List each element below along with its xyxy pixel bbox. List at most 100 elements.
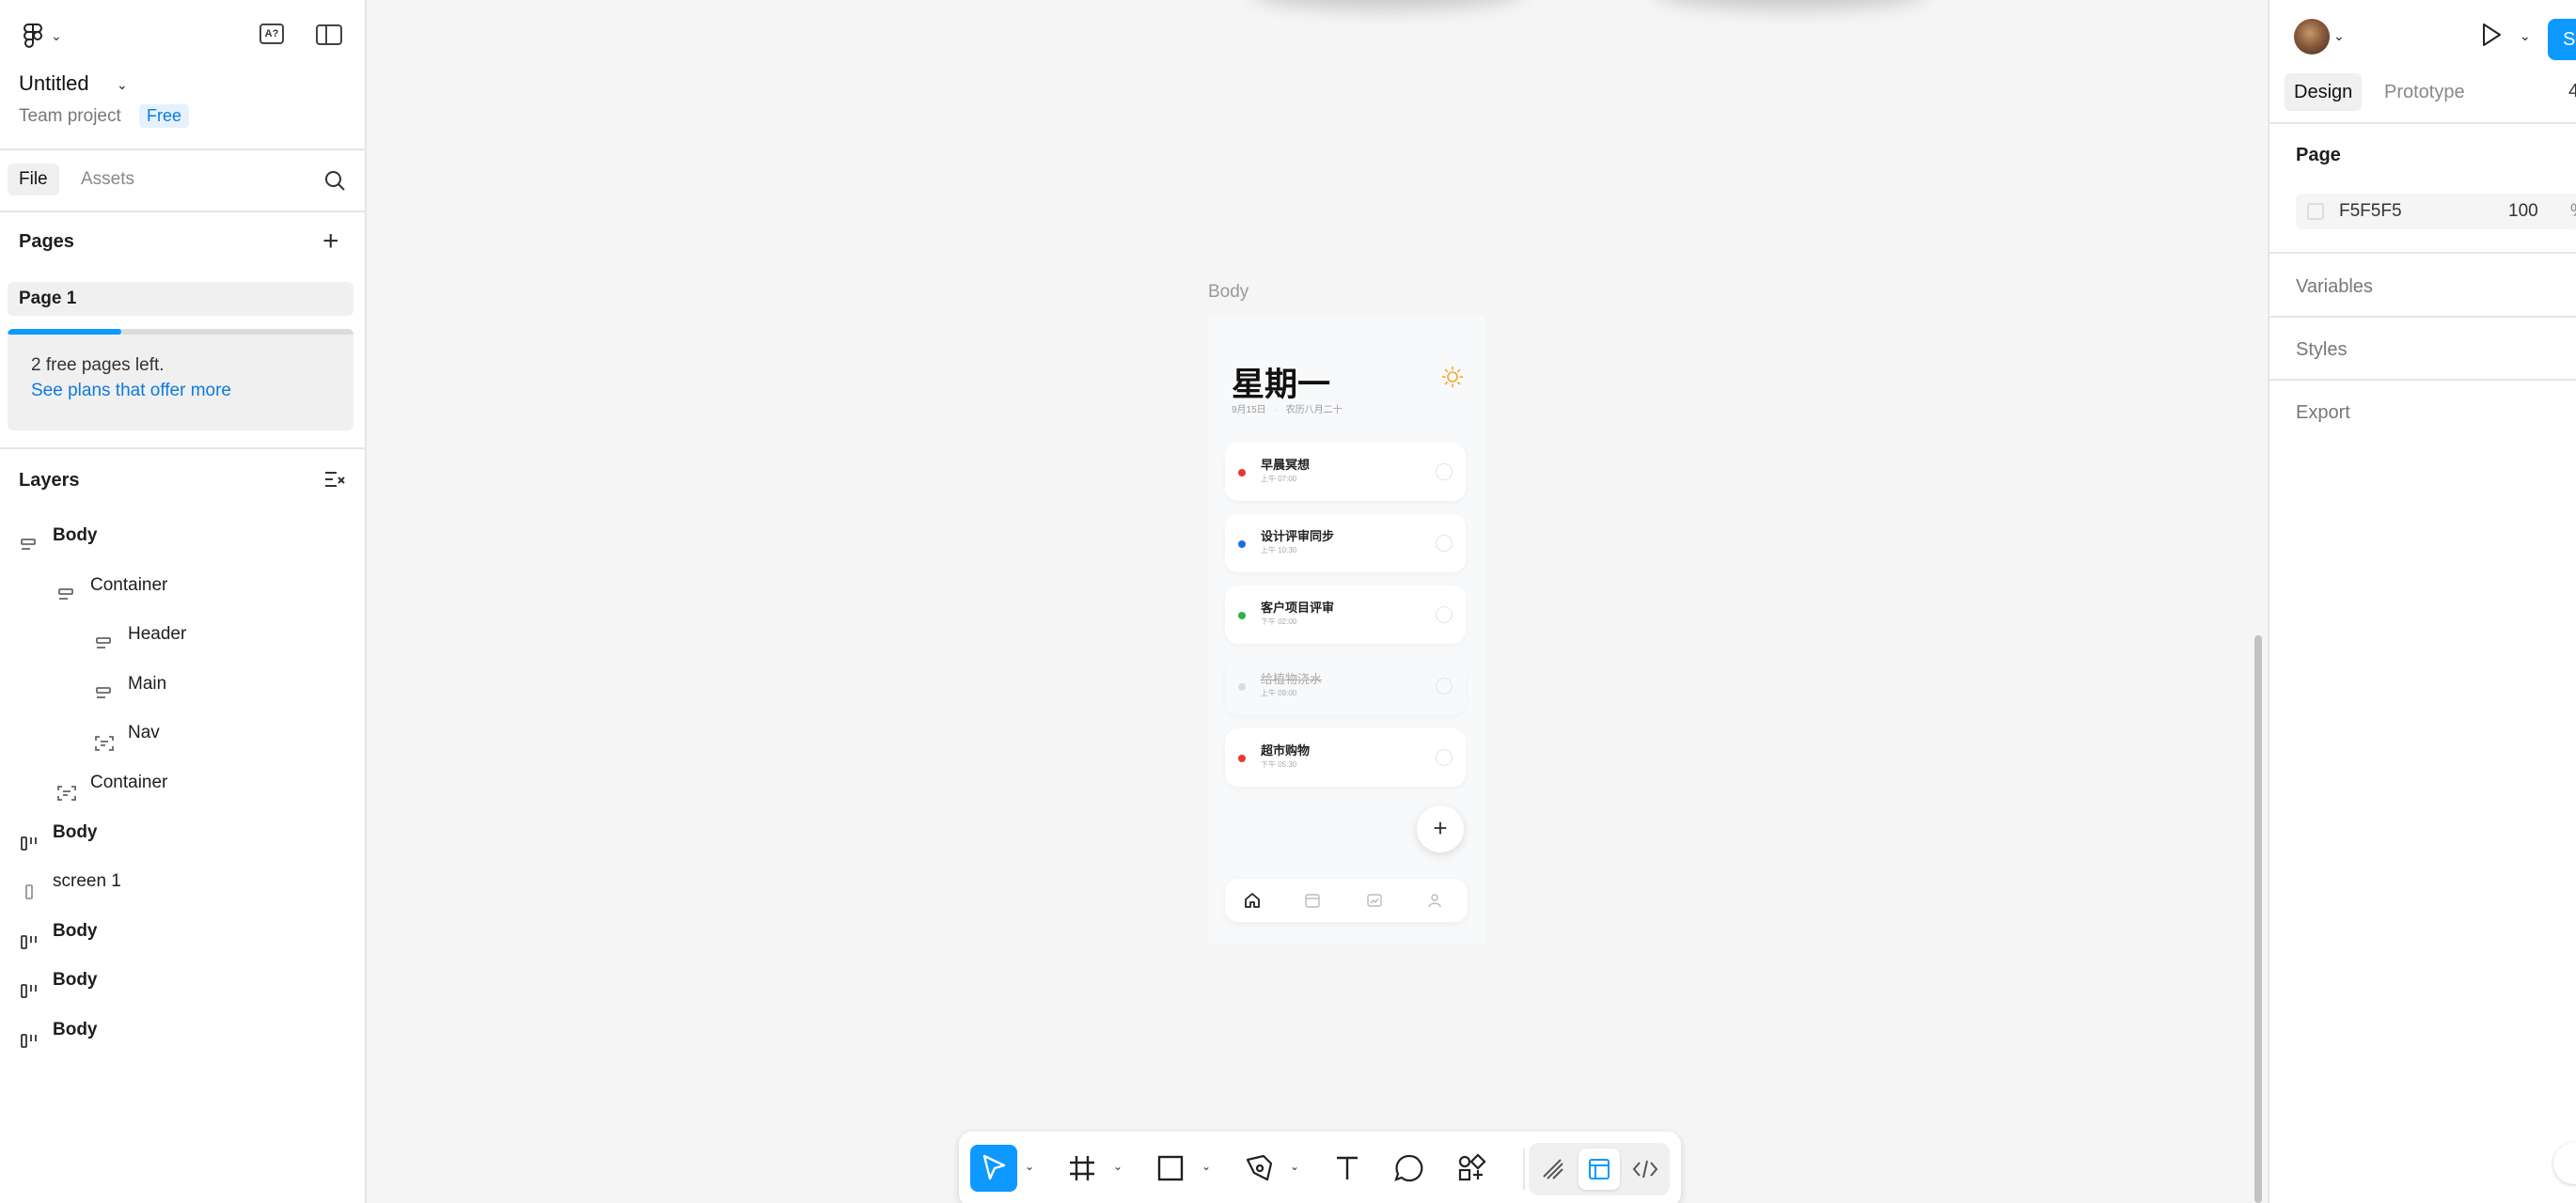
auto-layout-vertical-icon xyxy=(94,624,115,649)
styles-section[interactable]: Styles xyxy=(2296,339,2347,361)
file-title[interactable]: Untitled xyxy=(19,71,89,96)
layer-row[interactable]: Body xyxy=(19,511,98,560)
frame-label[interactable]: Body xyxy=(1208,282,1249,303)
move-tool-chevron-icon[interactable]: ⌄ xyxy=(1025,1160,1034,1173)
dev-mode[interactable] xyxy=(1625,1148,1666,1190)
task-title: 客户项目评审 xyxy=(1261,602,1335,616)
tab-prototype[interactable]: Prototype xyxy=(2375,73,2474,111)
plan-badge[interactable]: Free xyxy=(139,104,190,128)
layer-row[interactable]: Nav xyxy=(94,709,160,758)
tab-assets[interactable]: Assets xyxy=(70,164,146,195)
layer-row[interactable]: Container xyxy=(56,758,167,807)
task-card[interactable]: 早晨冥想 上午 07:00 xyxy=(1225,443,1466,501)
stats-icon[interactable] xyxy=(1366,892,1383,909)
file-menu-chevron-icon[interactable]: ⌄ xyxy=(117,77,128,93)
fill-hex-input[interactable]: F5F5F5 xyxy=(2339,201,2402,222)
layer-row[interactable]: Body xyxy=(19,1006,98,1055)
pen-tool-chevron-icon[interactable]: ⌄ xyxy=(1290,1160,1299,1173)
task-checkbox[interactable] xyxy=(1436,749,1453,766)
divider xyxy=(0,211,367,212)
add-task-button[interactable]: + xyxy=(1417,805,1464,852)
layer-label: Body xyxy=(53,821,98,842)
page-item[interactable]: Page 1 xyxy=(8,282,353,316)
task-title: 设计评审同步 xyxy=(1261,530,1335,544)
comment-tool[interactable] xyxy=(1386,1145,1433,1192)
layer-row[interactable]: Container xyxy=(56,561,167,610)
draw-mode[interactable] xyxy=(1532,1148,1574,1190)
left-panel-header: ⌄ A? xyxy=(0,0,365,71)
layer-row[interactable]: Body xyxy=(19,907,98,956)
search-icon[interactable] xyxy=(323,169,346,192)
frame-tool-chevron-icon[interactable]: ⌄ xyxy=(1113,1160,1123,1173)
tab-design[interactable]: Design xyxy=(2285,73,2363,111)
frame-icon xyxy=(1070,1156,1094,1180)
play-icon[interactable] xyxy=(2476,21,2505,49)
move-tool[interactable] xyxy=(970,1145,1017,1192)
fill-color-swatch[interactable] xyxy=(2307,203,2324,220)
play-chevron-icon[interactable]: ⌄ xyxy=(2520,28,2531,44)
task-card[interactable]: 客户项目评审 下午 02:00 xyxy=(1225,586,1466,644)
tab-file[interactable]: File xyxy=(8,164,59,195)
auto-layout-horizontal-icon xyxy=(19,822,39,851)
auto-layout-vertical-icon xyxy=(94,674,115,698)
layer-label: screen 1 xyxy=(53,871,121,892)
layer-label: Header xyxy=(128,624,187,645)
see-plans-link[interactable]: See plans that offer more xyxy=(31,381,231,401)
body-frame[interactable]: 星期一 9月15日 · 农历八月二十 早晨冥想 上午 07:00 设计评审同步 上午 … xyxy=(1208,317,1485,945)
team-name[interactable]: Team project xyxy=(19,106,121,127)
task-card[interactable]: 给植物浇水 上午 09:00 xyxy=(1225,657,1466,715)
ai-assist-icon[interactable]: A? xyxy=(259,23,284,44)
task-checkbox[interactable] xyxy=(1436,535,1453,552)
layer-row[interactable]: Body xyxy=(19,808,98,857)
text-tool[interactable] xyxy=(1324,1145,1371,1192)
task-card[interactable]: 超市购物 下午 05:30 xyxy=(1225,728,1466,787)
layer-row[interactable]: Body xyxy=(19,956,98,1005)
avatar-chevron-icon[interactable]: ⌄ xyxy=(2333,28,2345,44)
pages-usage-bar xyxy=(8,329,353,335)
home-icon[interactable] xyxy=(1244,892,1261,909)
auto-layout-horizontal-icon xyxy=(19,921,39,949)
layer-row[interactable]: screen 1 xyxy=(19,857,121,906)
task-time: 上午 09:00 xyxy=(1261,689,1297,697)
main-menu-chevron-icon[interactable]: ⌄ xyxy=(51,28,62,44)
calendar-icon[interactable] xyxy=(1304,892,1321,909)
task-checkbox[interactable] xyxy=(1436,606,1453,623)
task-priority-dot xyxy=(1238,612,1246,619)
fill-opacity-input[interactable]: 100 xyxy=(2508,201,2538,222)
figma-window: Body 星期一 9月15日 · 农历八月二十 早晨冥想 上午 07:00 设计评审… xyxy=(0,0,2576,1203)
layer-label: Main xyxy=(128,673,167,694)
draw-icon xyxy=(1543,1159,1563,1180)
rectangle-icon xyxy=(1157,1155,1184,1181)
design-mode[interactable] xyxy=(1579,1148,1620,1190)
layer-label: Nav xyxy=(128,723,160,743)
page-fill-row[interactable]: F5F5F5 100 % xyxy=(2296,194,2576,229)
avatar[interactable] xyxy=(2294,19,2330,55)
pen-tool[interactable] xyxy=(1235,1145,1282,1192)
share-button[interactable]: S xyxy=(2548,19,2576,60)
actions-tool[interactable] xyxy=(1448,1145,1495,1192)
task-card[interactable]: 设计评审同步上午 10:30 xyxy=(1225,514,1466,572)
task-time: 上午 10:30 xyxy=(1261,546,1297,555)
left-tabs: File Assets xyxy=(0,150,367,209)
canvas-scrollbar[interactable] xyxy=(2254,635,2262,1203)
frame-tool[interactable] xyxy=(1059,1145,1106,1192)
shape-tool-chevron-icon[interactable]: ⌄ xyxy=(1202,1160,1211,1173)
auto-layout-vertical-icon xyxy=(56,575,77,600)
figma-logo-icon[interactable] xyxy=(21,23,45,49)
zoom-level[interactable]: 4 xyxy=(2568,81,2576,102)
task-checkbox[interactable] xyxy=(1436,678,1453,695)
code-icon xyxy=(1632,1160,1658,1179)
shape-tool[interactable] xyxy=(1147,1145,1194,1192)
export-section[interactable]: Export xyxy=(2296,402,2350,424)
variables-section[interactable]: Variables xyxy=(2296,276,2373,298)
sun-icon[interactable] xyxy=(1441,366,1464,388)
toggle-sidebar-icon[interactable] xyxy=(316,24,342,45)
task-checkbox[interactable] xyxy=(1436,463,1453,480)
design-mode-icon xyxy=(1589,1159,1610,1180)
frame-dashed-icon xyxy=(56,773,77,801)
add-page-plus-icon[interactable]: + xyxy=(322,227,339,256)
profile-icon[interactable] xyxy=(1426,892,1443,909)
layer-row[interactable]: Header xyxy=(94,610,186,659)
collapse-layers-icon[interactable] xyxy=(323,470,346,491)
layer-row[interactable]: Main xyxy=(94,660,166,709)
